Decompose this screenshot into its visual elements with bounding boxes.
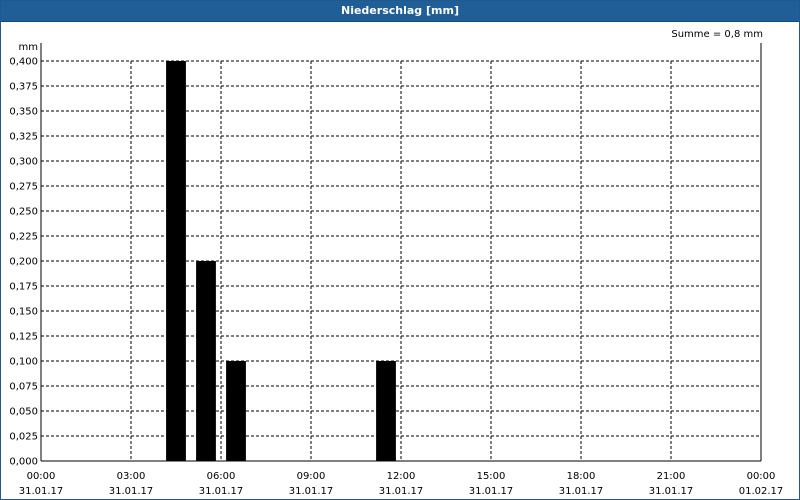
x-tick-time-label: 15:00 <box>477 471 506 482</box>
y-tick-label: 0,125 <box>9 332 38 343</box>
y-tick-label: 0,350 <box>9 107 38 118</box>
bar <box>376 361 396 461</box>
x-tick-date-label: 31.01.17 <box>289 486 334 497</box>
y-tick-label: 0,275 <box>9 182 38 193</box>
x-tick-date-label: 31.01.17 <box>19 486 64 497</box>
y-axis-unit-label: mm <box>19 42 38 53</box>
x-tick-date-label: 31.01.17 <box>109 486 154 497</box>
x-tick-date-label: 31.01.17 <box>559 486 604 497</box>
bar <box>166 61 186 461</box>
x-tick-time-label: 06:00 <box>207 471 236 482</box>
x-tick-time-label: 00:00 <box>27 471 56 482</box>
x-tick-date-label: 01.02.17 <box>739 486 784 497</box>
chart-title: Niederschlag [mm] <box>1 1 799 22</box>
x-tick-date-label: 31.01.17 <box>469 486 514 497</box>
sum-annotation: Summe = 0,8 mm <box>671 29 763 40</box>
y-tick-label: 0,300 <box>9 157 38 168</box>
x-tick-date-label: 31.01.17 <box>379 486 424 497</box>
y-tick-label: 0,050 <box>9 407 38 418</box>
x-tick-time-label: 09:00 <box>297 471 326 482</box>
x-tick-time-label: 00:00 <box>747 471 776 482</box>
y-tick-label: 0,200 <box>9 257 38 268</box>
y-tick-label: 0,375 <box>9 82 38 93</box>
y-tick-label: 0,025 <box>9 432 38 443</box>
x-tick-time-label: 03:00 <box>117 471 146 482</box>
bar <box>226 361 246 461</box>
chart-window: Niederschlag [mm] 0,000 0,025 0,050 0,075 0,… <box>0 0 800 500</box>
y-tick-label: 0,100 <box>9 357 38 368</box>
y-tick-label: 0,400 <box>9 57 38 68</box>
y-tick-label: 0,175 <box>9 282 38 293</box>
precipitation-chart: 0,000 0,025 0,050 0,075 0,100 0,125 0,150 0,175… <box>9 29 784 497</box>
y-tick-label: 0,225 <box>9 232 38 243</box>
y-tick-label: 0,150 <box>9 307 38 318</box>
y-tick-label: 0,075 <box>9 382 38 393</box>
x-tick-time-label: 18:00 <box>567 471 596 482</box>
x-tick-time-label: 21:00 <box>657 471 686 482</box>
bar <box>196 261 216 461</box>
x-tick-time-label: 12:00 <box>387 471 416 482</box>
x-tick-date-label: 31.01.17 <box>199 486 244 497</box>
y-tick-label: 0,000 <box>9 457 38 468</box>
x-tick-date-label: 31.01.17 <box>649 486 694 497</box>
y-tick-label: 0,250 <box>9 207 38 218</box>
y-tick-label: 0,325 <box>9 132 38 143</box>
